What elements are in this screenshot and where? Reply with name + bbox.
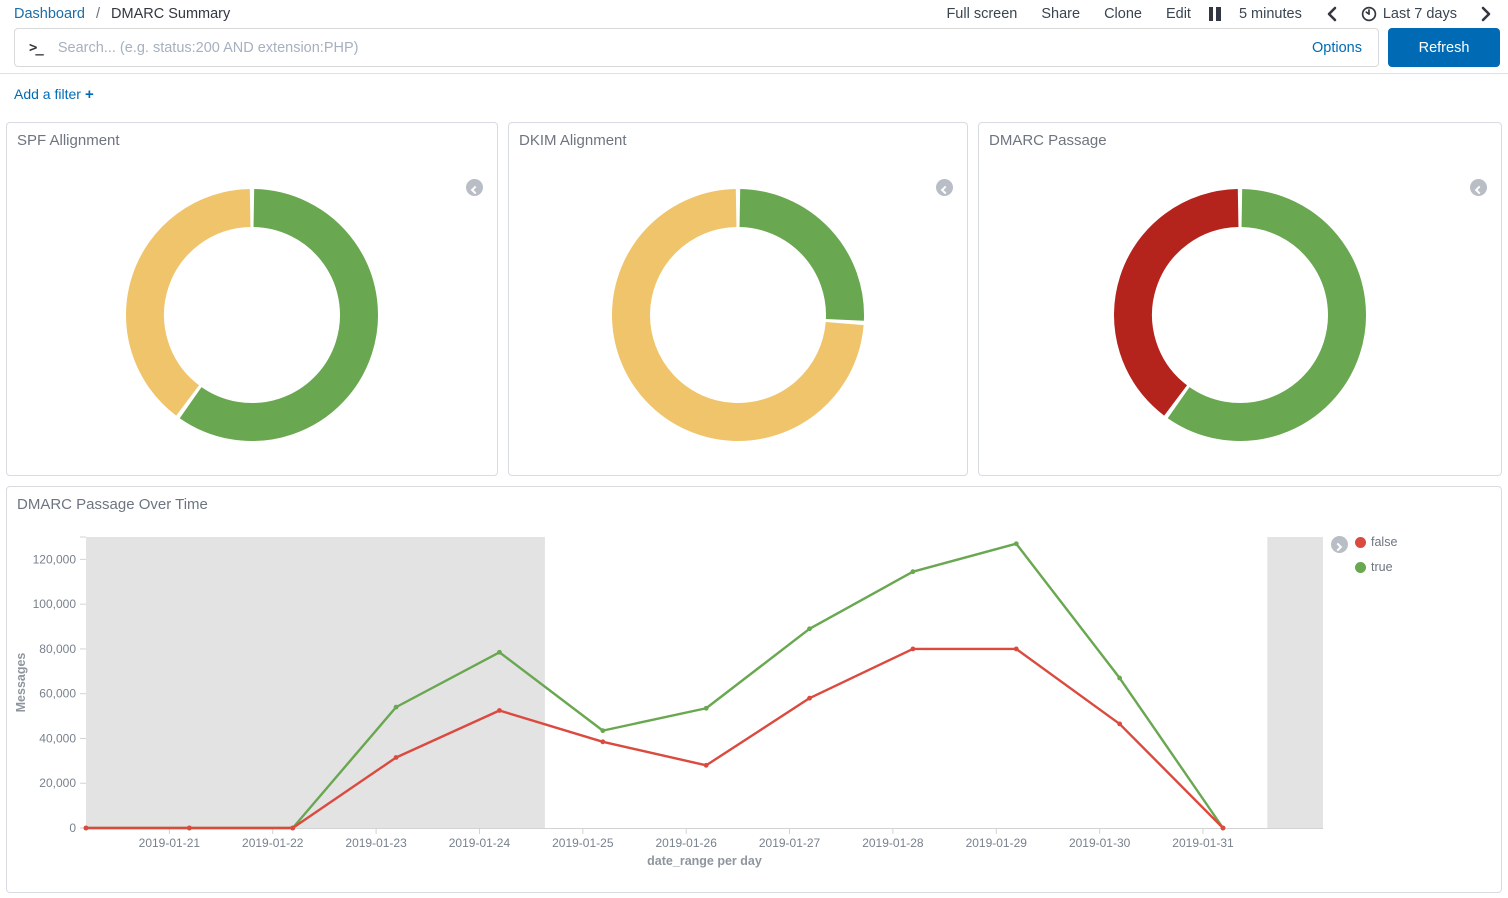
chevron-left-icon [1475,186,1483,194]
filter-bar: Add a filter+ [0,74,1508,114]
search-input[interactable] [58,40,1308,56]
top-nav-bar: Dashboard / DMARC Summary Full screen Sh… [0,0,1508,25]
panel-spf-allignment: SPF Allignment [6,122,498,476]
fullscreen-button[interactable]: Full screen [946,6,1017,22]
legend-item-false[interactable]: false [1355,535,1397,549]
time-forward-chevron-icon[interactable] [1481,6,1492,22]
panel-title: DKIM Alignment [509,123,967,151]
svg-text:40,000: 40,000 [39,731,76,745]
svg-text:2019-01-24: 2019-01-24 [449,836,511,850]
share-button[interactable]: Share [1041,6,1080,22]
panel-title: DMARC Passage [979,123,1501,151]
add-filter-link[interactable]: Add a filter+ [14,86,94,102]
clock-icon [1361,6,1377,22]
svg-text:2019-01-23: 2019-01-23 [345,836,407,850]
refresh-interval-button[interactable]: 5 minutes [1239,6,1302,22]
svg-text:120,000: 120,000 [33,552,77,566]
svg-text:2019-01-21: 2019-01-21 [139,836,201,850]
dmarc-over-time-line-chart[interactable]: 0 20,000 40,000 60,000 80,000 100,000 120,000 2… [7,527,1331,883]
legend-label: false [1371,535,1397,549]
time-range-label: Last 7 days [1383,6,1457,22]
chevron-left-icon [941,186,949,194]
svg-text:100,000: 100,000 [33,597,77,611]
refresh-button[interactable]: Refresh [1388,28,1500,67]
query-bar: >_ Options Refresh [0,25,1508,74]
legend-label: true [1371,560,1393,574]
breadcrumb: Dashboard / DMARC Summary [14,6,230,22]
svg-text:60,000: 60,000 [39,687,76,701]
svg-text:2019-01-30: 2019-01-30 [1069,836,1131,850]
query-prompt-icon: >_ [29,40,42,56]
breadcrumb-separator: / [96,6,100,22]
chevron-left-icon [471,186,479,194]
edit-button[interactable]: Edit [1166,6,1191,22]
panel-title: DMARC Passage Over Time [7,487,1501,515]
svg-text:Messages: Messages [14,653,28,713]
svg-text:0: 0 [69,821,76,835]
panel-dmarc-passage: DMARC Passage [978,122,1502,476]
svg-text:2019-01-25: 2019-01-25 [552,836,614,850]
page-title: DMARC Summary [111,6,230,22]
legend-toggle-button[interactable] [466,179,483,196]
svg-text:2019-01-26: 2019-01-26 [655,836,717,850]
svg-text:2019-01-28: 2019-01-28 [862,836,924,850]
pause-icon[interactable] [1209,7,1221,21]
time-back-chevron-icon[interactable] [1326,6,1337,22]
svg-text:20,000: 20,000 [39,776,76,790]
svg-text:date_range per day: date_range per day [647,854,762,868]
search-box: >_ Options [14,28,1379,67]
chevron-right-icon [1334,543,1342,551]
legend-toggle-button[interactable] [936,179,953,196]
spf-donut-chart[interactable] [122,185,382,445]
legend-toggle-button[interactable] [1331,536,1348,553]
svg-text:2019-01-27: 2019-01-27 [759,836,821,850]
dashboard-grid: SPF Allignment DKIM Alignment DMARC Pass… [0,114,1508,893]
breadcrumb-dashboard-link[interactable]: Dashboard [14,6,85,22]
panel-dkim-alignment: DKIM Alignment [508,122,968,476]
plus-icon: + [85,86,94,103]
chart-legend: false true [1331,527,1501,883]
svg-text:2019-01-31: 2019-01-31 [1172,836,1234,850]
time-range-picker[interactable]: Last 7 days [1361,6,1457,22]
panel-title: SPF Allignment [7,123,497,151]
add-filter-label: Add a filter [14,86,81,102]
dkim-donut-chart[interactable] [608,185,868,445]
panel-dmarc-passage-over-time: DMARC Passage Over Time 0 20,000 40,000 60,… [6,486,1502,893]
options-link[interactable]: Options [1308,40,1366,56]
legend-dot-icon [1355,562,1366,573]
legend-item-true[interactable]: true [1355,560,1397,574]
legend-toggle-button[interactable] [1470,179,1487,196]
svg-text:2019-01-29: 2019-01-29 [966,836,1028,850]
dmarc-donut-chart[interactable] [1110,185,1370,445]
clone-button[interactable]: Clone [1104,6,1142,22]
svg-text:2019-01-22: 2019-01-22 [242,836,304,850]
legend-dot-icon [1355,537,1366,548]
dashboard-menu: Full screen Share Clone Edit 5 minutes L… [946,6,1492,22]
svg-text:80,000: 80,000 [39,642,76,656]
